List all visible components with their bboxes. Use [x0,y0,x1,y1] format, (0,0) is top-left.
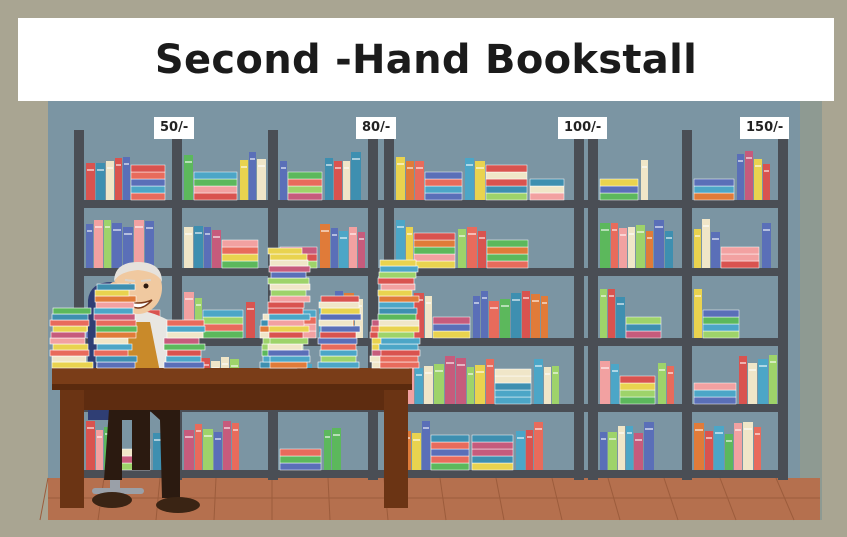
price-tag-150: 150/- [740,117,790,139]
title-banner: Second -Hand Bookstall [18,18,834,101]
price-tag-80: 80/- [356,117,397,139]
price-tag-100: 100/- [558,117,608,139]
price-tag-50: 50/- [154,117,195,139]
tiled-floor [39,477,820,521]
bookstall-title: Second -Hand Bookstall [154,36,698,83]
bookstall-scene: Second -Hand Bookstall 50/- 80/- 100/- 1… [0,0,847,537]
